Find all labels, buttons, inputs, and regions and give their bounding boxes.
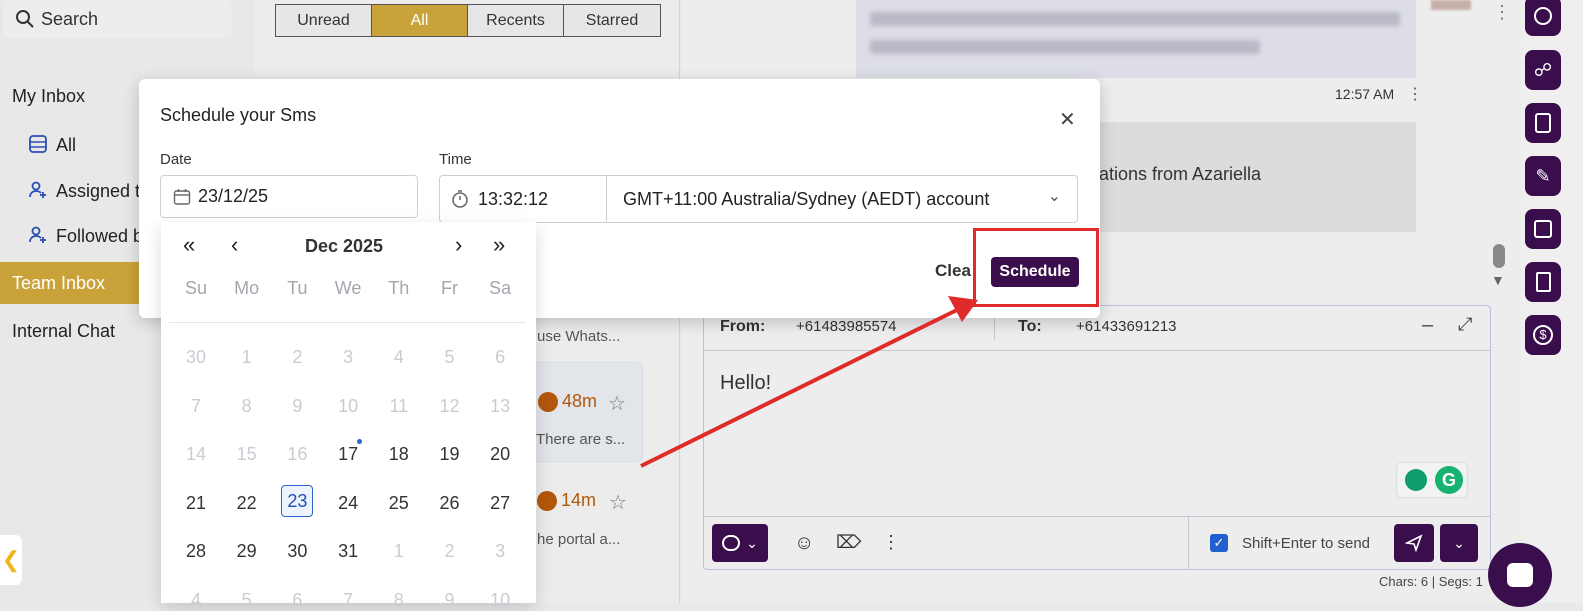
arrow-head: [948, 296, 978, 322]
arrow-shaft: [640, 304, 966, 468]
annotation-arrow: [640, 296, 978, 468]
